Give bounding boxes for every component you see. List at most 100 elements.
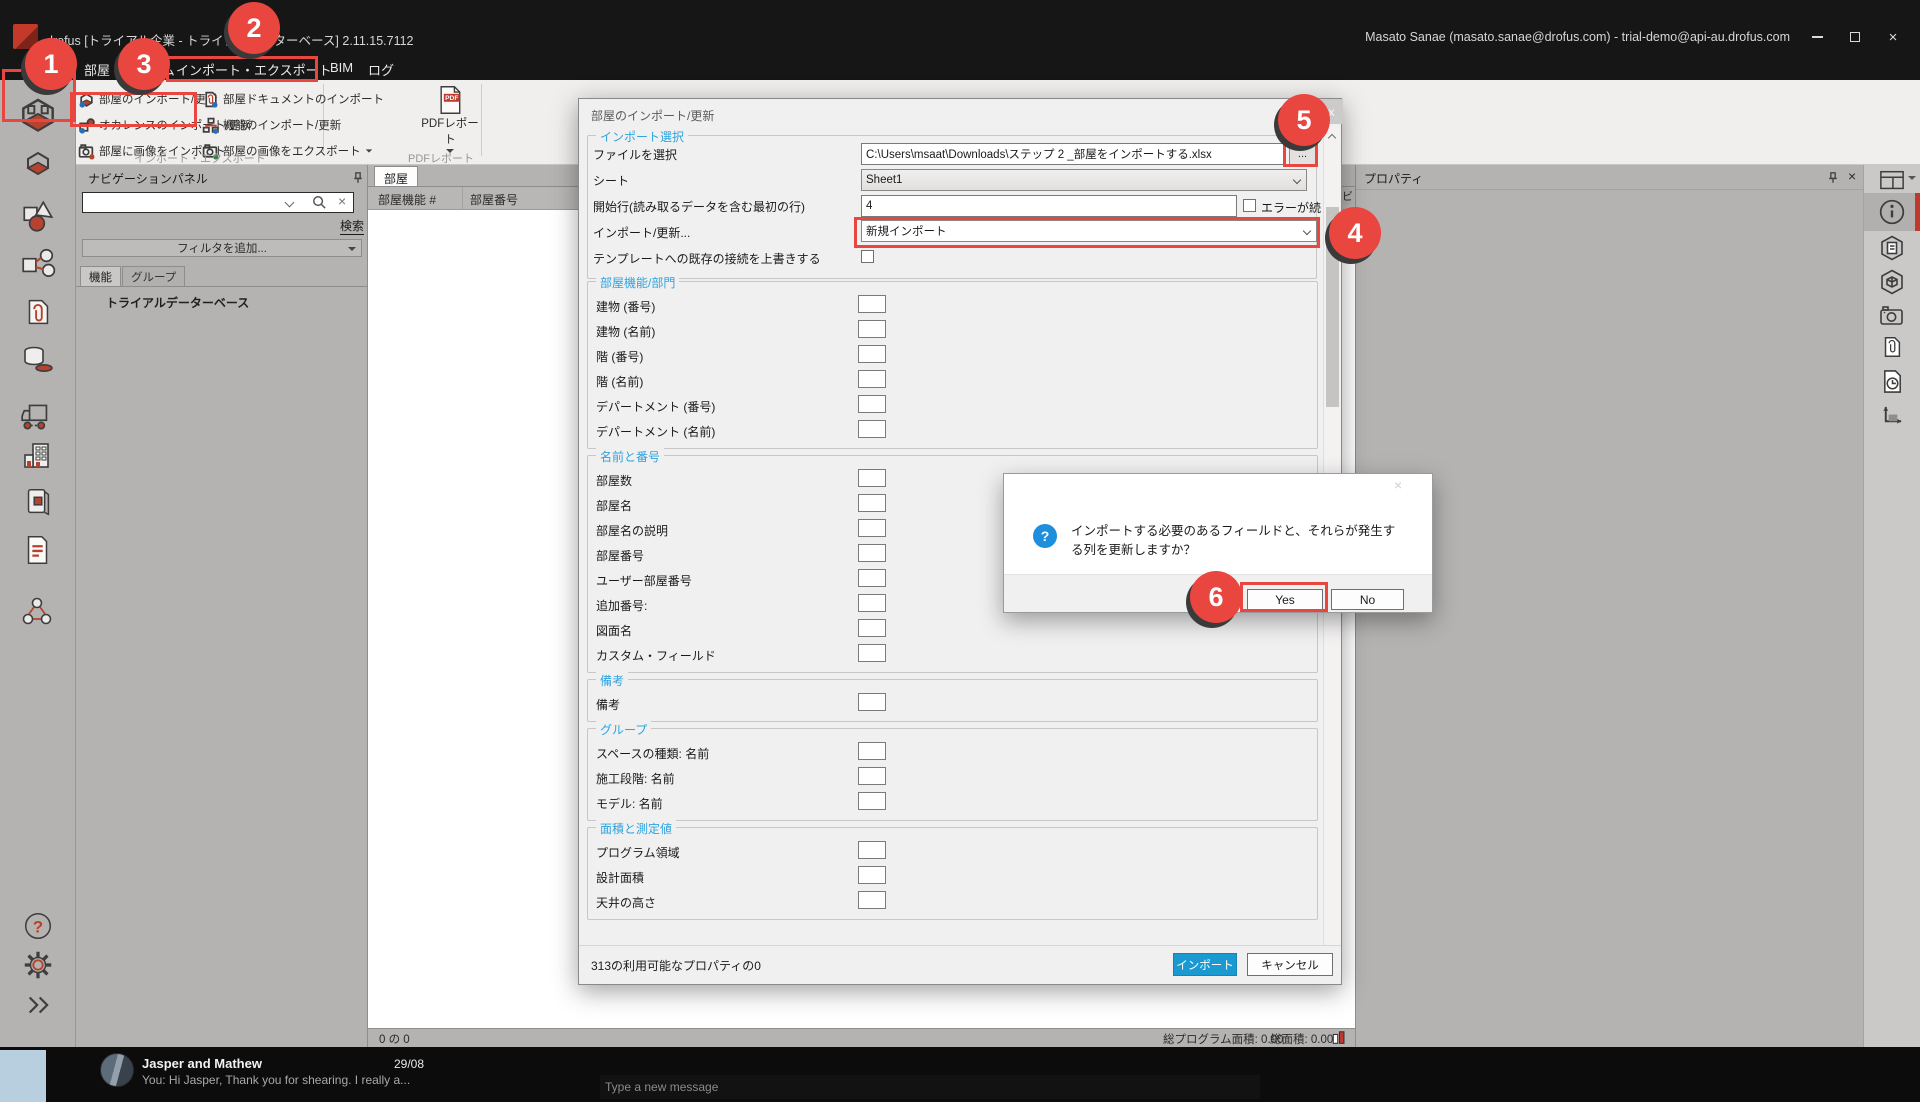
sidebar-item-logistics[interactable] (0, 397, 76, 435)
mapping-column-input[interactable] (858, 792, 886, 810)
clear-search-icon[interactable]: × (338, 193, 346, 209)
column-header-room-number[interactable]: 部屋番号 (470, 191, 518, 208)
mapping-column-input[interactable] (858, 569, 886, 587)
no-button[interactable]: No (1331, 589, 1404, 610)
tab-groups[interactable]: グループ (122, 266, 185, 286)
mapping-column-input[interactable] (858, 767, 886, 785)
import-button[interactable]: インポート (1173, 953, 1237, 976)
mapping-column-input[interactable] (858, 519, 886, 537)
ribbon-button-label: 機能のインポート/更新 (223, 117, 341, 133)
buildings-icon (20, 438, 56, 474)
file-path-input[interactable]: C:\Users\msaat\Downloads\ステップ 2 _部屋をインポー… (861, 143, 1285, 165)
sidebar-item-occurrences[interactable] (0, 245, 76, 283)
sidebar-item-finance[interactable] (0, 342, 76, 378)
mapping-column-input[interactable] (858, 544, 886, 562)
annotation-step-4: 4 (1329, 207, 1381, 259)
sheet-select[interactable]: Sheet1 (861, 169, 1307, 191)
mapping-column-input[interactable] (858, 866, 886, 884)
strip-item-history[interactable] (1864, 369, 1920, 394)
mapping-column-input[interactable] (858, 320, 886, 338)
sidebar-item-items[interactable] (0, 197, 76, 235)
tree-root-item[interactable]: トライアルデーターベース (106, 294, 249, 311)
mapping-column-input[interactable] (858, 693, 886, 711)
ribbon-button-function-import[interactable]: 機能のインポート/更新 (202, 114, 341, 136)
sidebar-item-products[interactable] (0, 485, 76, 519)
pin-icon[interactable] (352, 171, 364, 185)
column-divider[interactable] (462, 187, 463, 211)
mapping-column-input[interactable] (858, 295, 886, 313)
doc-import-icon (202, 91, 219, 108)
mapping-row: 施工段階: 名前 (588, 766, 1317, 791)
strip-item-attachment-small[interactable] (1864, 335, 1920, 359)
mapping-column-input[interactable] (858, 395, 886, 413)
dialog-title: 部屋のインポート/更新 (591, 107, 714, 124)
mapping-field-label: 施工段階: 名前 (596, 770, 675, 787)
add-filter-dropdown[interactable]: フィルタを追加... (82, 239, 362, 257)
pin-icon[interactable] (1827, 171, 1839, 185)
close-button[interactable]: × (1878, 26, 1908, 48)
cancel-button[interactable]: キャンセル (1247, 953, 1333, 976)
chat-message-input[interactable]: Type a new message (600, 1075, 1260, 1099)
start-row-input[interactable]: 4 (861, 195, 1237, 217)
tab-rooms[interactable]: 部屋 (374, 166, 418, 186)
pdf-report-button[interactable]: PDF PDFレポート (410, 84, 490, 146)
mapping-column-input[interactable] (858, 594, 886, 612)
continue-on-error-checkbox[interactable] (1243, 199, 1256, 212)
strip-item-documents[interactable] (1864, 235, 1920, 261)
overwrite-template-checkbox[interactable] (861, 250, 874, 263)
sidebar-item-expand[interactable] (0, 990, 76, 1020)
menu-item-5[interactable]: ログ (368, 60, 394, 79)
chat-name[interactable]: Jasper and Mathew (142, 1056, 262, 1071)
sidebar-item-buildings[interactable] (0, 438, 76, 474)
mapping-section-3: 備考備考 (587, 679, 1318, 722)
ribbon-button-doc-import[interactable]: 部屋ドキュメントのインポート (202, 88, 384, 110)
mapping-column-input[interactable] (858, 345, 886, 363)
menu-item-4[interactable]: BIM (330, 60, 353, 75)
search-icon[interactable] (312, 195, 327, 210)
dialog-close-icon[interactable]: × (1394, 477, 1402, 493)
sidebar-item-settings[interactable] (0, 948, 76, 982)
mapping-field-label: 階 (名前) (596, 373, 643, 390)
mapping-column-input[interactable] (858, 494, 886, 512)
search-link[interactable]: 検索 (340, 217, 364, 235)
mapping-column-input[interactable] (858, 420, 886, 438)
strip-item-info[interactable] (1864, 198, 1920, 226)
mapping-column-input[interactable] (858, 841, 886, 859)
annotation-step-5: 5 (1278, 94, 1330, 146)
start-row-label: 開始行(読み取るデータを含む最初の行) (593, 198, 805, 215)
sidebar-item-attachments[interactable] (0, 295, 76, 329)
mapping-column-input[interactable] (858, 370, 886, 388)
strip-item-measure[interactable] (1864, 403, 1920, 428)
pdf-report-label: PDFレポート (416, 115, 484, 147)
mapping-column-input[interactable] (858, 469, 886, 487)
mapping-field-label: 部屋数 (596, 472, 632, 489)
strip-item-images[interactable] (1864, 303, 1920, 329)
mapping-column-input[interactable] (858, 619, 886, 637)
menu-item-1[interactable]: 部屋 (84, 60, 110, 79)
sidebar-item-room-templates[interactable] (0, 147, 76, 183)
strip-item-layout[interactable] (1864, 168, 1920, 194)
column-header-room-function[interactable]: 部屋機能 # (378, 191, 436, 208)
sidebar-item-relations[interactable] (0, 595, 76, 631)
mapping-column-input[interactable] (858, 644, 886, 662)
strip-item-model[interactable] (1864, 269, 1920, 295)
ribbon-group-label: インポート・エクスポート (134, 150, 266, 166)
mapping-column-input[interactable] (858, 891, 886, 909)
items-icon (19, 197, 57, 235)
minimize-button[interactable] (1802, 26, 1832, 48)
sidebar-item-help[interactable]: ? (0, 909, 76, 943)
ribbon-button-label: 部屋ドキュメントのインポート (223, 91, 384, 107)
avatar[interactable] (100, 1053, 134, 1087)
tab-functions[interactable]: 機能 (80, 266, 121, 286)
mapping-field-label: モデル: 名前 (596, 795, 663, 812)
close-panel-icon[interactable]: × (1848, 168, 1856, 184)
chevron-down-icon (1293, 176, 1301, 184)
chat-message-preview[interactable]: You: Hi Jasper, Thank you for shearing. … (142, 1073, 410, 1087)
documents-icon (1879, 235, 1905, 261)
restore-button[interactable] (1840, 26, 1870, 48)
mapping-row: デパートメント (名前) (588, 419, 1317, 444)
mapping-column-input[interactable] (858, 742, 886, 760)
model-icon (1879, 269, 1905, 295)
sidebar-item-reports[interactable] (0, 533, 76, 567)
clipped-panel-tab: ビフ (1342, 188, 1355, 205)
